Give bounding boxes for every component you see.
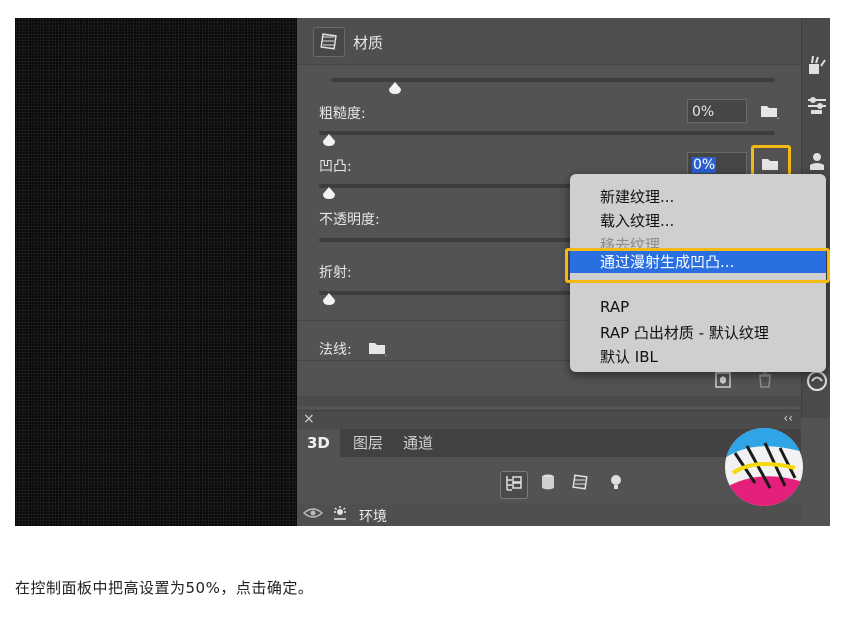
3d-panel-tabs: 3D 图层 通道 [297, 429, 801, 457]
opacity-label: 不透明度: [319, 212, 380, 228]
menu-item-highlight [565, 248, 830, 283]
menu-item-rap-default[interactable]: RAP 凸出材质 - 默认纹理 [600, 322, 769, 343]
scene-row[interactable]: 环境 [297, 503, 801, 526]
material-title: 材质 [353, 34, 384, 52]
close-icon[interactable]: × [303, 411, 315, 427]
roughness-value[interactable]: 0% [687, 99, 747, 123]
folder-icon[interactable] [367, 339, 389, 357]
document-canvas [15, 18, 297, 526]
panel-resize-bar[interactable] [297, 396, 801, 406]
eye-icon[interactable] [302, 505, 324, 525]
trash-icon[interactable] [755, 370, 775, 390]
3d-panel-titlebar: × ‹‹ [297, 411, 801, 429]
material-sphere-icon[interactable] [567, 471, 593, 497]
bump-value-text: 0% [692, 157, 717, 173]
tab-3d[interactable]: 3D [297, 429, 340, 457]
filter-icon[interactable] [500, 471, 528, 499]
bump-label: 凹凸: [319, 159, 352, 175]
new-item-icon[interactable] [713, 370, 733, 390]
light-bulb-icon[interactable] [603, 471, 629, 497]
refraction-slider-track[interactable] [319, 291, 589, 295]
screenshot-frame: 材质 粗糙度: 0% 凹凸: 0% 不透明度: 折射: 法线: 新建纹理... … [15, 18, 830, 526]
refraction-label: 折射: [319, 265, 352, 281]
properties-header: 材质 [297, 18, 801, 65]
folder-icon[interactable] [759, 102, 781, 120]
menu-item-rap[interactable]: RAP [600, 298, 629, 316]
scene-item-label: 环境 [359, 509, 387, 525]
tab-layers[interactable]: 图层 [343, 429, 393, 457]
roughness-label: 粗糙度: [319, 106, 366, 122]
cylinder-icon[interactable] [535, 471, 561, 497]
brush-tool-icon[interactable] [806, 54, 828, 76]
environment-icon [331, 505, 349, 526]
roughness-slider-track[interactable] [319, 131, 775, 135]
material-icon[interactable] [313, 27, 345, 57]
menu-item-new-texture[interactable]: 新建纹理... [600, 186, 674, 207]
adjust-icon[interactable] [806, 94, 828, 116]
tab-channels[interactable]: 通道 [393, 429, 443, 457]
render-icon[interactable] [806, 370, 828, 392]
collapse-icon[interactable]: ‹‹ [783, 411, 793, 425]
roughness-value-text: 0% [692, 104, 715, 120]
person-stamp-icon[interactable] [806, 150, 828, 172]
bump-value[interactable]: 0% [687, 152, 747, 176]
menu-item-default-ibl[interactable]: 默认 IBL [600, 346, 658, 367]
bump-slider-track[interactable] [319, 184, 589, 188]
opacity-slider-track[interactable] [319, 238, 589, 242]
normal-label: 法线: [319, 342, 352, 358]
caption-text: 在控制面板中把高设置为50%，点击确定。 [15, 579, 314, 597]
watermark-logo [725, 428, 803, 506]
menu-item-load-texture[interactable]: 载入纹理... [600, 210, 674, 231]
